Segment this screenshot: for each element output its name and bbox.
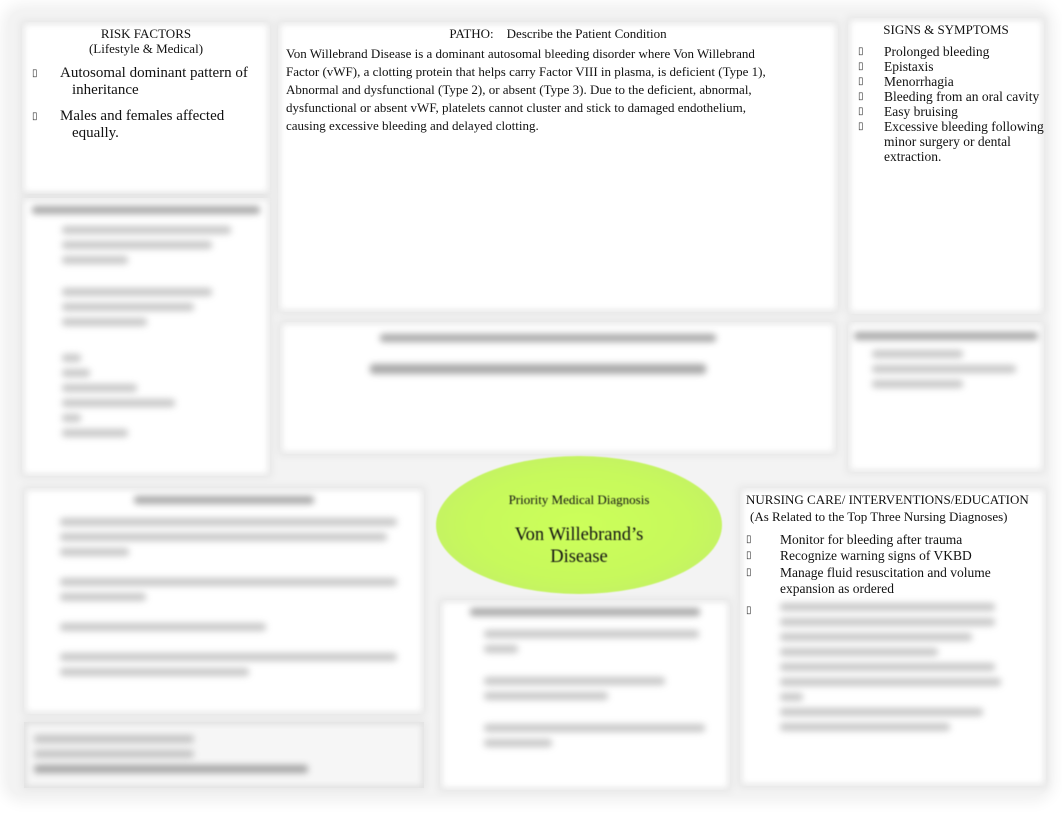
bullet-icon: ▯ [32, 111, 38, 122]
priority-diagnosis-ellipse: Priority Medical Diagnosis Von Willebran… [436, 456, 722, 594]
bullet-icon: ▯ [746, 549, 752, 561]
bullet-icon: ▯ [858, 46, 864, 57]
redacted-box-bottom-footer [24, 722, 424, 788]
redacted-box-left-middle [22, 198, 270, 476]
bullet-icon: ▯ [32, 68, 38, 79]
patho-description: Von Willebrand Disease is a dominant aut… [286, 46, 766, 133]
redacted-box-center-bottom [440, 600, 730, 790]
bullet-icon: ▯ [746, 534, 752, 545]
intervention-item: ▯ Manage fluid resuscitation and volume e… [746, 565, 991, 596]
risk-factors-title: RISK FACTORS [100, 26, 192, 41]
symptom-item: ▯ Menorrhagia [858, 74, 954, 89]
risk-factors-box: RISK FACTORS (Lifestyle & Medical) ▯ Auto… [22, 22, 270, 194]
bullet-icon: ▯ [746, 567, 752, 578]
redacted-box-bottom-left [24, 488, 424, 714]
intervention-item-redacted: ▯ [746, 603, 1046, 731]
bullet-icon: ▯ [858, 91, 864, 102]
patho-box: PATHO: Describe the Patient Condition Vo… [278, 22, 838, 312]
redacted-box-center-middle [280, 322, 836, 454]
nursing-care-box: NURSING CARE/ INTERVENTIONS/EDUCATION (A… [740, 488, 1046, 786]
symptom-item: ▯ Prolonged bleeding [858, 44, 990, 59]
redacted-box-right-middle [848, 322, 1044, 472]
symptom-item: ▯ Easy bruising [858, 104, 958, 119]
bullet-icon: ▯ [858, 61, 864, 72]
risk-factor-item: ▯ Autosomal dominant pattern of inheritan… [32, 65, 248, 98]
bullet-icon: ▯ [858, 121, 864, 132]
risk-factors-subtitle: (Lifestyle & Medical) [88, 41, 204, 56]
symptom-item: ▯ Bleeding from an oral cavity [858, 89, 1040, 104]
signs-symptoms-title: SIGNS & SYMPTOMS [883, 22, 1009, 37]
bullet-icon: ▯ [746, 605, 752, 616]
signs-symptoms-box: SIGNS & SYMPTOMS ▯ Prolonged bleeding ▯ Ep… [848, 18, 1044, 314]
bullet-icon: ▯ [858, 106, 864, 117]
priority-diagnosis-value: Von Willebrand’s Disease [514, 525, 644, 567]
risk-factor-item: ▯ Males and females affected equally. [32, 108, 225, 141]
symptom-item: ▯ Epistaxis [858, 59, 934, 74]
nursing-care-subtitle: (As Related to the Top Three Nursing Dia… [750, 509, 1008, 524]
nursing-care-title: NURSING CARE/ INTERVENTIONS/EDUCATION [746, 492, 1029, 507]
symptom-item: ▯ Excessive bleeding following minor surg… [858, 119, 1044, 164]
priority-diagnosis-label: Priority Medical Diagnosis [508, 492, 650, 507]
intervention-item: ▯ Monitor for bleeding after trauma [746, 532, 963, 547]
patho-title: PATHO: Describe the Patient Condition [449, 26, 667, 41]
intervention-item: ▯ Recognize warning signs of VKBD [746, 547, 972, 563]
bullet-icon: ▯ [858, 76, 864, 87]
